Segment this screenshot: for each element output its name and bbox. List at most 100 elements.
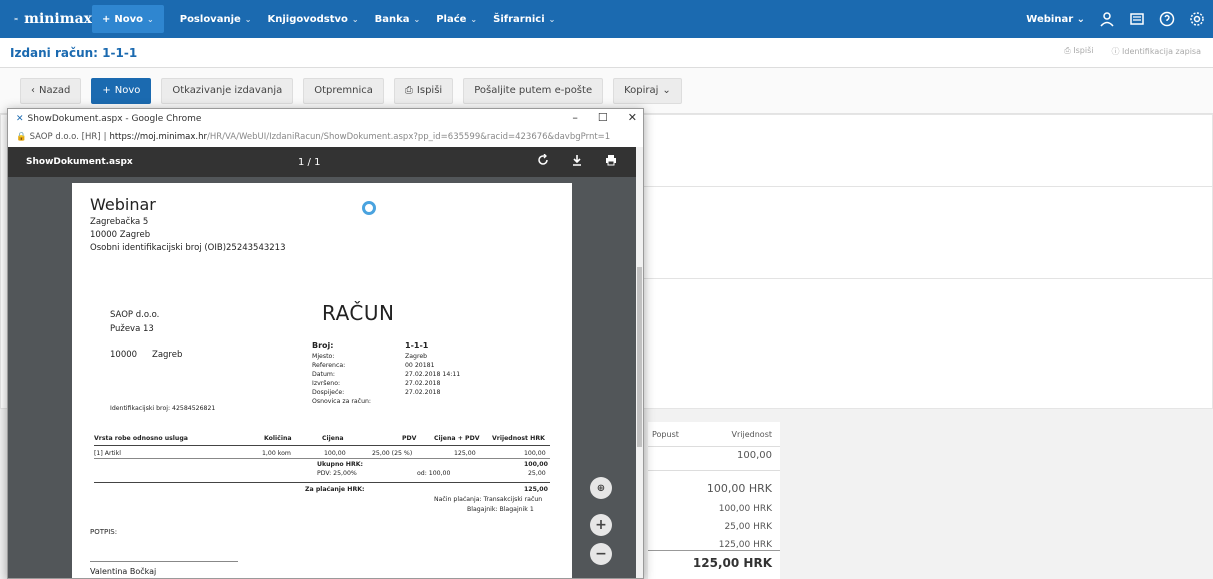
nav-new-menu[interactable]: + Novo ⌄ [92,5,164,33]
line-value: 100,00 [737,450,772,461]
plus-icon: + [102,13,111,25]
separator: | [103,132,107,142]
record-ident-link[interactable]: ⓘ Identifikacija zapisa [1111,46,1201,57]
label-datum: Datum: [312,371,336,378]
nav-item-poslovanje[interactable]: Poslovanje ⌄ [172,0,260,38]
address-bar[interactable]: 🔒 SAOP d.o.o. [HR] | https://moj.minimax… [8,129,643,145]
pdf-toolbar: ShowDokument.aspx 1 / 1 [8,147,643,177]
user-menu[interactable]: Webinar ⌄ [1026,14,1085,25]
invoice-page: Webinar Zagrebačka 5 10000 Zagreb Osobni… [72,183,572,578]
close-icon[interactable]: ✕ [628,111,637,124]
user-icon[interactable] [1099,11,1115,27]
issuer-street: Zagrebačka 5 [90,217,149,227]
pdf-page-indicator: 1 / 1 [298,156,321,168]
pdv-base: od: 100,00 [417,470,451,477]
divider [648,470,780,471]
za-placanje-value: 125,00 [524,486,548,493]
value-broj: 1-1-1 [405,341,429,350]
cashier: Blagajnik: Blagajnik 1 [467,506,534,513]
row-vat: 25,00 (25 %) [372,450,413,457]
row-qty: 1,00 kom [262,450,291,457]
cancel-issue-button[interactable]: Otkazivanje izdavanja [161,77,294,104]
value-izvrseno: 27.02.2018 [405,380,441,387]
buyer-city: Zagreb [152,350,183,360]
scrollbar-thumb[interactable] [637,267,642,447]
delivery-note-button[interactable]: Otpremnica [303,77,384,104]
email-button[interactable]: Pošaljite putem e-pošte [463,77,604,104]
download-icon[interactable] [571,154,583,166]
plus-icon: + [102,85,111,96]
label-izvrseno: Izvršeno: [312,380,341,387]
nav-item-label: Banka [374,13,410,25]
new-button[interactable]: + Novo [91,77,152,104]
lock-icon: 🔒 [16,132,27,142]
back-label: Nazad [39,85,71,96]
nav-item-banka[interactable]: Banka ⌄ [367,0,429,38]
url-host: https://moj.minimax.hr [109,132,207,142]
window-title: ShowDokument.aspx - Google Chrome [27,114,202,124]
value-header: Vrijednost [731,430,772,439]
copy-button[interactable]: Kopiraj ⌄ [613,77,682,104]
back-button[interactable]: ‹ Nazad [20,77,82,104]
email-label: Pošaljite putem e-pošte [474,85,593,96]
cancel-issue-label: Otkazivanje izdavanja [172,85,283,96]
nav-item-sifrarnici[interactable]: Šifrarnici ⌄ [485,0,563,38]
chevron-down-icon: ⌄ [662,85,671,96]
value-referenca: 00 20181 [405,362,435,369]
page-header: Izdani račun: 1-1-1 ⎙ Ispiši ⓘ Identifik… [0,38,1213,68]
nav-new-label: Novo [114,13,144,25]
minimize-icon[interactable]: – [572,111,578,124]
chevron-down-icon: ⌄ [351,14,359,24]
print-button[interactable]: ⎙ Ispiši [393,77,454,104]
print-link-label: Ispiši [1073,46,1094,55]
col-header-qty: Količina [264,435,292,442]
totals-summary: Popust Vrijednost 100,00 100,00 HRK 100,… [648,422,780,579]
messages-icon[interactable] [1129,11,1145,27]
label-mjesto: Mjesto: [312,353,335,360]
col-header-price: Cijena [322,435,344,442]
url-path: /HR/VA/WebUI/IzdaniRacun/ShowDokument.as… [206,132,611,142]
nav-item-label: Poslovanje [179,13,241,25]
window-titlebar: ✕ ShowDokument.aspx - Google Chrome – ☐ … [8,109,643,129]
minimax-favicon-icon: ✕ [16,114,24,124]
gear-icon[interactable] [1189,11,1205,27]
issuer-name: Webinar [90,195,156,214]
nav-item-knjigovodstvo[interactable]: Knjigovodstvo ⌄ [259,0,366,38]
help-icon[interactable] [1159,11,1175,27]
nav-item-label: Šifrarnici [493,13,545,25]
payment-method: Način plaćanja: Transakcijski račun [434,496,543,503]
divider [644,278,1213,279]
chevron-down-icon: ⌄ [413,14,421,24]
col-header-value: Vrijednost HRK [492,435,545,442]
pdf-filename: ShowDokument.aspx [26,157,133,167]
fit-page-button[interactable]: ⊕ [590,477,612,499]
label-referenca: Referenca: [312,362,346,369]
rotate-icon[interactable] [537,154,549,166]
za-placanje-label: Za plaćanje HRK: [305,486,365,493]
pdf-popup-window: ✕ ShowDokument.aspx - Google Chrome – ☐ … [7,108,644,579]
issuer-oib: Osobni identifikacijski broj (OIB)252435… [90,243,286,253]
site-name: SAOP d.o.o. [HR] [29,132,101,142]
invoice-heading: RAČUN [322,301,395,325]
zoom-out-button[interactable]: − [590,543,612,565]
zoom-in-button[interactable]: + [590,514,612,536]
ukupno-label: Ukupno HRK: [317,461,363,468]
buyer-zip: 10000 [110,350,138,360]
row-price-vat: 125,00 [454,450,476,457]
print-link[interactable]: ⎙ Ispiši [1064,46,1093,57]
brand-logo[interactable]: minimax [0,11,92,27]
col-header-item: Vrsta robe odnosno usluga [94,435,188,442]
pdf-viewer[interactable]: Webinar Zagrebačka 5 10000 Zagreb Osobni… [8,177,638,578]
fit-page-icon: ⊕ [596,482,606,494]
user-name: Webinar [1026,13,1074,25]
table-rule [94,482,550,483]
buyer-name: SAOP d.o.o. [110,310,160,320]
minimax-logo-icon [14,17,18,21]
top-nav: minimax + Novo ⌄ Poslovanje ⌄ Knjigovodstvo… [0,0,1213,38]
printer-icon[interactable] [605,154,617,166]
buyer-id: Identifikacijski broj: 42584526821 [110,405,216,412]
scrollbar[interactable] [636,147,643,578]
nav-item-place[interactable]: Plaće ⌄ [428,0,485,38]
maximize-icon[interactable]: ☐ [598,111,608,124]
grand-total: 125,00 HRK [692,556,772,570]
